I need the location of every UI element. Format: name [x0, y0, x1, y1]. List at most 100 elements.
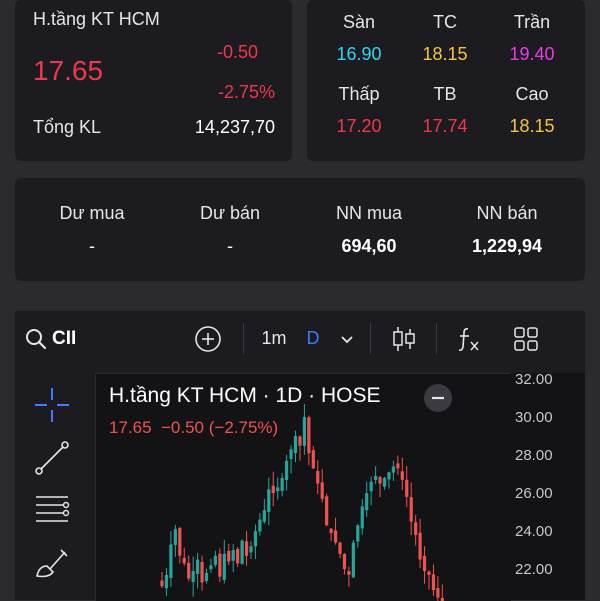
last-price: 17.65: [33, 55, 104, 86]
candle-body: [258, 519, 262, 532]
candle-body: [342, 553, 347, 570]
candle-body: [351, 542, 355, 578]
price-levels-card: Sàn TC Trần 16.90 18.15 19.40 Thấp TB Ca…: [307, 0, 585, 161]
symbol-text: CII: [52, 327, 77, 349]
candle-body: [178, 528, 182, 556]
candle-body: [333, 530, 338, 543]
chart-legend-title: H.tầng KT HCM · 1D · HOSE: [109, 384, 381, 407]
chart-type-button[interactable]: [387, 311, 421, 366]
floor-price: 16.90: [336, 44, 382, 64]
candle-body: [427, 571, 431, 575]
trendline-tool[interactable]: [33, 439, 71, 482]
candle-body: [387, 472, 391, 480]
candle-body: [360, 506, 364, 529]
buy-surplus-value: -: [89, 236, 95, 256]
candle-body: [396, 463, 400, 469]
interval-1m[interactable]: 1m: [257, 311, 291, 366]
candle-body: [391, 466, 395, 473]
candle-body: [249, 546, 253, 553]
candle-body: [436, 588, 440, 598]
avg-price: 17.74: [422, 116, 468, 136]
candle-body: [316, 471, 320, 484]
candle-body: [267, 489, 271, 512]
candle-body: [405, 479, 409, 497]
price-axis-tick: 26.00: [515, 485, 553, 502]
candle-body: [365, 493, 369, 511]
toolbar-divider: [243, 323, 244, 354]
price-axis-tick: 28.00: [515, 447, 553, 464]
candle-body: [280, 477, 284, 492]
ceiling-label: Trần: [513, 12, 551, 32]
indicators-button[interactable]: [452, 311, 486, 366]
function-icon: [458, 327, 479, 351]
volume-value: 14,237,70: [194, 117, 275, 137]
high-price: 18.15: [509, 116, 555, 136]
foreign-sell-value: 1,229,94: [471, 236, 543, 256]
candle-body: [160, 580, 164, 587]
candle-body: [191, 571, 195, 583]
orders-card: Dư mua Dư bán NN mua NN bán - - 694,60 1…: [15, 178, 585, 281]
candle-body: [298, 436, 302, 446]
price-change-percent: -2.75%: [217, 82, 275, 102]
candle-body: [196, 559, 200, 574]
candle-body: [285, 460, 289, 481]
candle-body: [431, 574, 436, 590]
candle-body: [218, 553, 222, 577]
chart-legend-values: 17.65 −0.50 (−2.75%): [109, 418, 279, 437]
candle-body: [369, 481, 373, 492]
price-plot[interactable]: H.tầng KT HCM · 1D · HOSE 17.65 −0.50 (−…: [95, 373, 511, 601]
candle-body: [173, 529, 177, 546]
candle-body: [409, 497, 413, 522]
candle-body: [302, 417, 306, 446]
candle-body: [422, 555, 427, 571]
candle-body: [378, 477, 382, 484]
collapse-legend-button[interactable]: [424, 384, 452, 412]
candle-body: [240, 540, 244, 564]
brush-tool[interactable]: [33, 544, 71, 587]
ref-label: TC: [433, 12, 457, 32]
ceiling-price: 19.40: [509, 44, 555, 64]
candle-body: [222, 553, 226, 580]
grid-icon: [514, 326, 538, 351]
layout-button[interactable]: [509, 311, 543, 366]
interval-dropdown[interactable]: [335, 311, 359, 366]
quote-card: H.tầng KT HCM 17.65 -0.50 -2.75% Tổng KL…: [15, 0, 292, 161]
ref-price: 18.15: [422, 44, 468, 64]
minus-icon: [432, 396, 444, 400]
candle-body: [414, 522, 418, 535]
crosshair-tool[interactable]: [33, 386, 71, 429]
crosshair-icon: [35, 388, 69, 422]
chevron-down-icon: [341, 335, 353, 343]
candle-body: [374, 476, 378, 481]
candlestick-icon: [393, 326, 415, 351]
candle-body: [253, 531, 258, 547]
chart-toolbar: CII 1m D: [15, 311, 585, 366]
toolbar-divider: [370, 323, 371, 354]
fib-lines-icon: [36, 496, 70, 522]
candle-body: [329, 528, 333, 533]
candle-body: [293, 436, 298, 454]
candle-body: [209, 565, 213, 570]
candle-body: [236, 548, 240, 564]
price-axis[interactable]: 32.00 30.00 28.00 26.00 24.00 22.00: [510, 371, 585, 600]
candle-body: [418, 532, 422, 560]
low-price: 17.20: [336, 116, 382, 136]
price-axis-tick: 22.00: [515, 561, 553, 578]
candle-body: [244, 541, 249, 556]
volume-label: Tổng KL: [33, 117, 102, 137]
symbol-search[interactable]: CII: [25, 311, 105, 366]
interval-d[interactable]: D: [303, 311, 323, 366]
compare-button[interactable]: [190, 311, 226, 366]
candle-body: [356, 525, 360, 542]
trendline-icon: [35, 441, 69, 475]
candle-body: [200, 561, 204, 583]
foreign-buy-label: NN mua: [335, 203, 403, 223]
price-axis-tick: 32.00: [515, 371, 553, 388]
foreign-sell-label: NN bán: [476, 203, 538, 223]
sell-surplus-value: -: [227, 236, 233, 256]
search-icon: [26, 328, 47, 349]
candle-body: [169, 544, 173, 579]
plus-circle-icon: [195, 325, 221, 352]
fib-tool[interactable]: [33, 491, 71, 534]
buy-surplus-label: Dư mua: [59, 203, 125, 223]
